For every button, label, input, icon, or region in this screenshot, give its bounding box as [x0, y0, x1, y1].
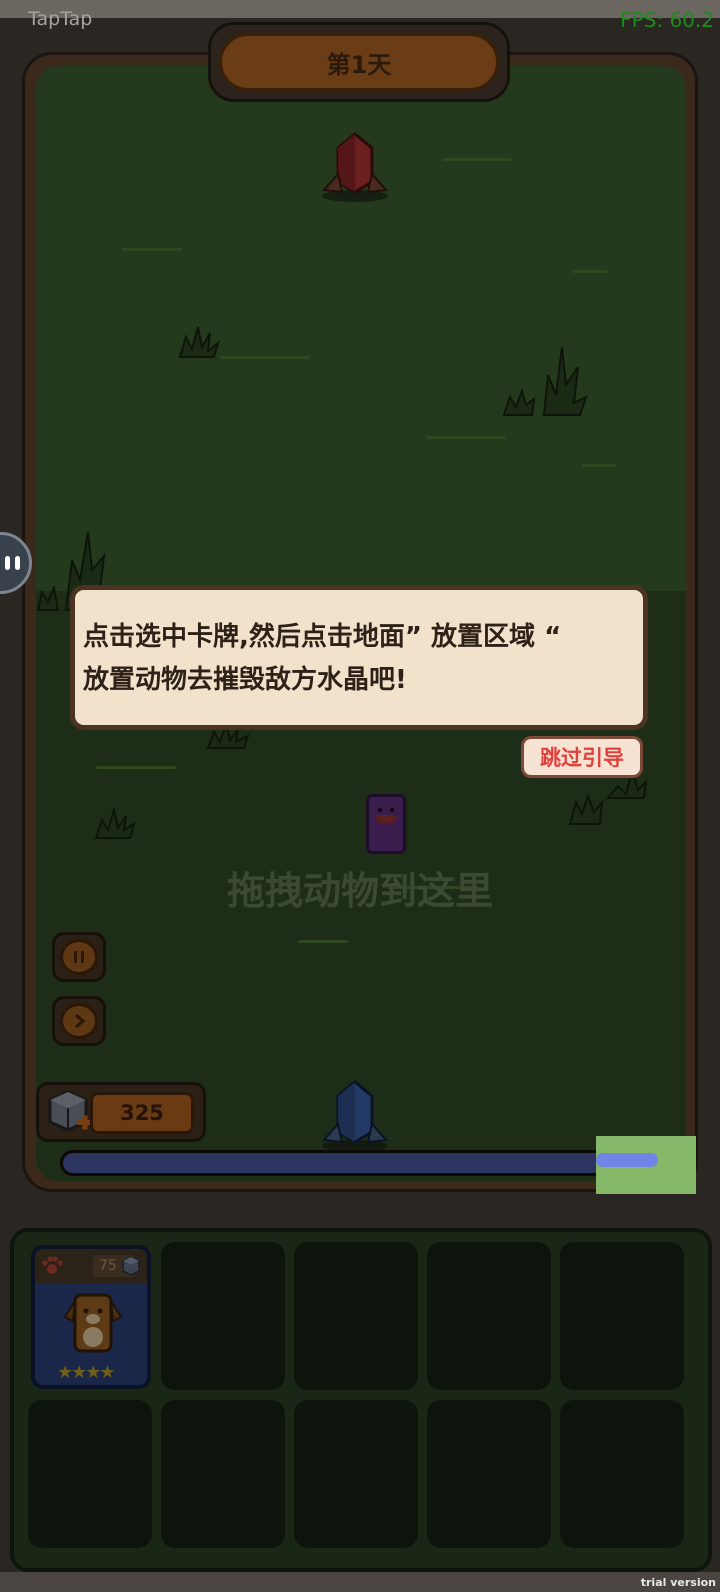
grass-mark — [220, 356, 310, 359]
paw-icon — [42, 1256, 63, 1274]
crystal-cube-plus-icon — [48, 1090, 92, 1132]
enemy-mouth-icon — [375, 808, 397, 823]
grass-mark — [442, 158, 512, 161]
animal-card-dog[interactable]: 75 ★★★★ — [31, 1245, 151, 1389]
empty-card-slot — [161, 1400, 285, 1548]
crystal-count: 325 — [90, 1092, 194, 1134]
app-label: TapTap — [28, 8, 93, 30]
empty-card-slot — [294, 1242, 418, 1390]
grass-tuft-icon — [502, 346, 588, 416]
battle-progress-bar — [60, 1150, 658, 1176]
cost-cube-icon — [122, 1256, 140, 1276]
battle-progress-fill — [63, 1153, 632, 1173]
empty-card-slot — [427, 1242, 551, 1390]
drop-hint-text: 拖拽动物到这里 — [226, 869, 493, 913]
empty-card-slot — [560, 1400, 684, 1548]
empty-card-slot — [161, 1242, 285, 1390]
progress-highlight — [596, 1136, 696, 1194]
tutorial-dialog: 点击选中卡牌,然后点击地面” 放置区域 “ 放置动物去摧毁敌方水晶吧! — [70, 585, 648, 730]
grass-mark — [582, 464, 616, 467]
grass-tuft-icon — [94, 808, 136, 839]
dog-animal-icon — [63, 1293, 123, 1353]
empty-card-slot — [294, 1400, 418, 1548]
empty-card-slot — [28, 1400, 152, 1548]
grass-mark — [572, 270, 608, 273]
grass-mark — [122, 248, 182, 251]
pause-button[interactable] — [52, 932, 106, 982]
tutorial-text-line1: 点击选中卡牌,然后点击地面” 放置区域 “ — [83, 622, 562, 652]
day-label: 第1天 — [219, 33, 499, 91]
card-star-rating: ★★★★ — [57, 1362, 116, 1383]
trial-watermark: trial version — [640, 1576, 716, 1589]
enemy-unit — [366, 794, 406, 854]
grass-mark — [96, 766, 176, 769]
play-forward-icon — [60, 1003, 98, 1039]
empty-card-slot — [560, 1242, 684, 1390]
pause-icon — [60, 939, 98, 975]
grass-mark — [298, 940, 348, 943]
player-crystal-icon — [321, 1080, 389, 1152]
grass-tuft-icon — [178, 326, 220, 358]
status-bar — [0, 0, 720, 18]
tutorial-text-line2: 放置动物去摧毁敌方水晶吧! — [83, 665, 407, 695]
enemy-crystal-icon — [321, 132, 389, 202]
skip-tutorial-button[interactable]: 跳过引导 — [521, 736, 643, 778]
grass-mark — [426, 436, 506, 439]
bottom-bar — [0, 1572, 720, 1592]
speed-button[interactable] — [52, 996, 106, 1046]
empty-card-slot — [427, 1400, 551, 1548]
fps-counter: FPS: 60.2 — [620, 8, 714, 32]
